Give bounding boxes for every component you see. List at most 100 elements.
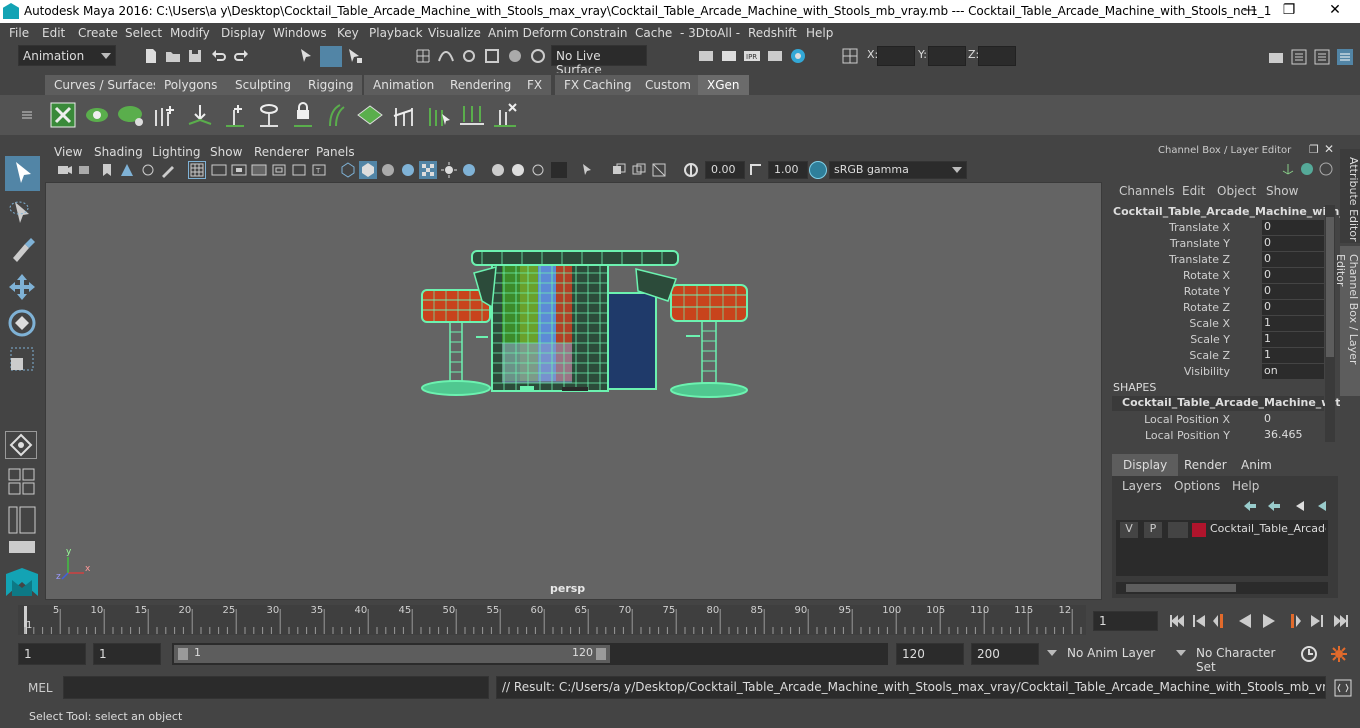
menu-display[interactable]: Display xyxy=(221,26,265,40)
render-settings-icon[interactable] xyxy=(697,47,715,65)
anim-layer-dropdown[interactable]: No Anim Layer xyxy=(1043,643,1163,665)
attr-value[interactable]: 0 xyxy=(1262,268,1324,283)
textured-icon[interactable] xyxy=(400,162,416,178)
shape-attr-row-local-position-x[interactable]: Local Position X 0 xyxy=(1106,412,1338,428)
menu-key[interactable]: Key xyxy=(337,26,359,40)
menu-edit[interactable]: Edit xyxy=(42,26,65,40)
isolate-select-icon[interactable] xyxy=(581,162,597,178)
attr-row-translate-y[interactable]: Translate Y 0 xyxy=(1106,236,1338,252)
new-layer-from-selected-icon[interactable] xyxy=(1316,500,1332,512)
menu-constrain[interactable]: Constrain xyxy=(570,26,628,40)
layer-visibility-toggle[interactable]: V xyxy=(1120,522,1138,538)
select-tool-button[interactable] xyxy=(5,156,40,191)
wireframe-icon[interactable] xyxy=(340,162,356,178)
shelf-tab-rendering[interactable]: Rendering xyxy=(441,75,521,95)
gamma-icon[interactable] xyxy=(748,162,764,178)
gate-mask-icon[interactable] xyxy=(251,162,267,178)
default-material-icon[interactable] xyxy=(380,162,396,178)
grid-toggle-button[interactable] xyxy=(188,161,206,179)
z-field[interactable] xyxy=(978,46,1016,66)
character-set-dropdown[interactable]: No Character Set xyxy=(1172,643,1292,674)
depth-of-field-button[interactable] xyxy=(551,162,567,178)
field-chart-icon[interactable] xyxy=(271,162,287,178)
layer-tab-render[interactable]: Render xyxy=(1173,454,1238,476)
image-plane-icon[interactable] xyxy=(119,162,135,178)
new-layer-icon[interactable] xyxy=(1294,500,1310,512)
channel-box-help-icon[interactable] xyxy=(1319,162,1333,176)
layer-playback-toggle[interactable]: P xyxy=(1144,522,1162,538)
time-slider[interactable]: 5 10 15 20 25 30 35 40 45 50 55 60 65 70 75 80 85 90 95 100… xyxy=(18,605,1086,635)
step-back-frame-icon[interactable] xyxy=(1190,612,1208,630)
step-back-key-icon[interactable] xyxy=(1212,612,1230,630)
tool-settings-toggle-icon[interactable] xyxy=(1313,48,1331,66)
make-live-icon[interactable] xyxy=(506,47,524,65)
viewport-menu-lighting[interactable]: Lighting xyxy=(152,145,201,159)
snap-to-point-icon[interactable] xyxy=(460,47,478,65)
animation-end-field[interactable]: 200 xyxy=(971,643,1039,665)
attr-value[interactable]: 1 xyxy=(1262,316,1324,331)
auto-key-icon[interactable] xyxy=(1300,645,1318,663)
two-d-pan-zoom-icon[interactable] xyxy=(140,162,156,178)
xray-joints-icon[interactable] xyxy=(611,162,627,178)
layer-display-type[interactable] xyxy=(1168,522,1188,538)
four-view-layout-icon[interactable] xyxy=(8,468,36,496)
shelf-tab-polygons[interactable]: Polygons xyxy=(155,75,227,95)
channel-box-scrollbar[interactable] xyxy=(1325,205,1335,442)
channel-box-scroll-thumb[interactable] xyxy=(1326,217,1334,357)
attr-row-translate-x[interactable]: Translate X 0 xyxy=(1106,220,1338,236)
xgen-add-modifier-icon[interactable] xyxy=(222,102,248,128)
xgen-grid-icon[interactable] xyxy=(356,102,384,128)
layer-row[interactable]: V P Cocktail_Table_Arcade_M xyxy=(1116,522,1328,538)
shape-attr-row-local-position-y[interactable]: Local Position Y 36.465 xyxy=(1106,428,1338,444)
hypershade-icon[interactable] xyxy=(789,47,807,65)
shape-name-row[interactable]: Cocktail_Table_Arcade_Machine_wit... xyxy=(1112,396,1353,411)
minimize-button[interactable]: — xyxy=(1235,2,1265,18)
perspective-viewport[interactable]: y x z xyxy=(45,182,1102,600)
xgen-lock-guides-icon[interactable] xyxy=(290,102,316,128)
render-view-icon[interactable] xyxy=(766,47,784,65)
single-perspective-layout-button[interactable] xyxy=(5,431,37,459)
move-layer-down-icon[interactable] xyxy=(1266,500,1282,512)
menu-windows[interactable]: Windows xyxy=(273,26,327,40)
shelf-menu-icon[interactable] xyxy=(19,107,35,123)
xgen-preview-icon[interactable] xyxy=(84,102,110,128)
float-panel-icon[interactable]: ❐ xyxy=(1309,143,1319,156)
attr-row-rotate-x[interactable]: Rotate X 0 xyxy=(1106,268,1338,284)
move-tool-icon[interactable] xyxy=(7,272,37,302)
layer-name[interactable]: Cocktail_Table_Arcade_M xyxy=(1210,522,1326,535)
select-by-object-icon[interactable] xyxy=(320,46,342,67)
attr-row-translate-z[interactable]: Translate Z 0 xyxy=(1106,252,1338,268)
go-to-end-icon[interactable] xyxy=(1332,612,1350,630)
channel-box-sphere-icon[interactable] xyxy=(1300,162,1314,176)
viewport-menu-shading[interactable]: Shading xyxy=(94,145,143,159)
attr-row-visibility[interactable]: Visibility on xyxy=(1106,364,1338,380)
attr-row-scale-y[interactable]: Scale Y 1 xyxy=(1106,332,1338,348)
current-frame-field[interactable]: 1 xyxy=(1093,611,1158,631)
snap-to-grid-icon[interactable] xyxy=(414,47,432,65)
viewport-menu-show[interactable]: Show xyxy=(210,145,242,159)
attribute-editor-toggle-icon[interactable] xyxy=(1290,48,1308,66)
menu-help[interactable]: Help xyxy=(806,26,833,40)
shelf-tab-curves-surfaces[interactable]: Curves / Surfaces xyxy=(45,75,169,95)
menu-modify[interactable]: Modify xyxy=(170,26,210,40)
attr-value[interactable]: 1 xyxy=(1262,332,1324,347)
xgen-place-guide-icon[interactable] xyxy=(186,102,214,128)
attr-value[interactable]: 0 xyxy=(1262,284,1324,299)
menu-playback[interactable]: Playback xyxy=(369,26,423,40)
menu-create[interactable]: Create xyxy=(78,26,118,40)
layer-menu-options[interactable]: Options xyxy=(1174,479,1220,493)
attr-value[interactable]: 0 xyxy=(1262,300,1324,315)
outliner-layout-icon[interactable] xyxy=(8,506,36,534)
menu-redshift[interactable]: Redshift xyxy=(748,26,797,40)
move-layer-up-icon[interactable] xyxy=(1242,500,1258,512)
step-forward-key-icon[interactable] xyxy=(1284,612,1302,630)
anti-aliasing-icon[interactable] xyxy=(530,162,546,178)
attr-value[interactable]: 0 xyxy=(1262,412,1324,427)
attr-row-scale-x[interactable]: Scale X 1 xyxy=(1106,316,1338,332)
step-forward-frame-icon[interactable] xyxy=(1308,612,1326,630)
color-management-toggle[interactable] xyxy=(809,161,827,179)
playback-start-field[interactable]: 1 xyxy=(93,643,161,665)
channel-box-tab[interactable]: Channel Box / Layer Editor xyxy=(1334,246,1360,396)
select-by-hierarchy-icon[interactable] xyxy=(298,47,316,65)
layer-hscroll-thumb[interactable] xyxy=(1126,584,1236,592)
